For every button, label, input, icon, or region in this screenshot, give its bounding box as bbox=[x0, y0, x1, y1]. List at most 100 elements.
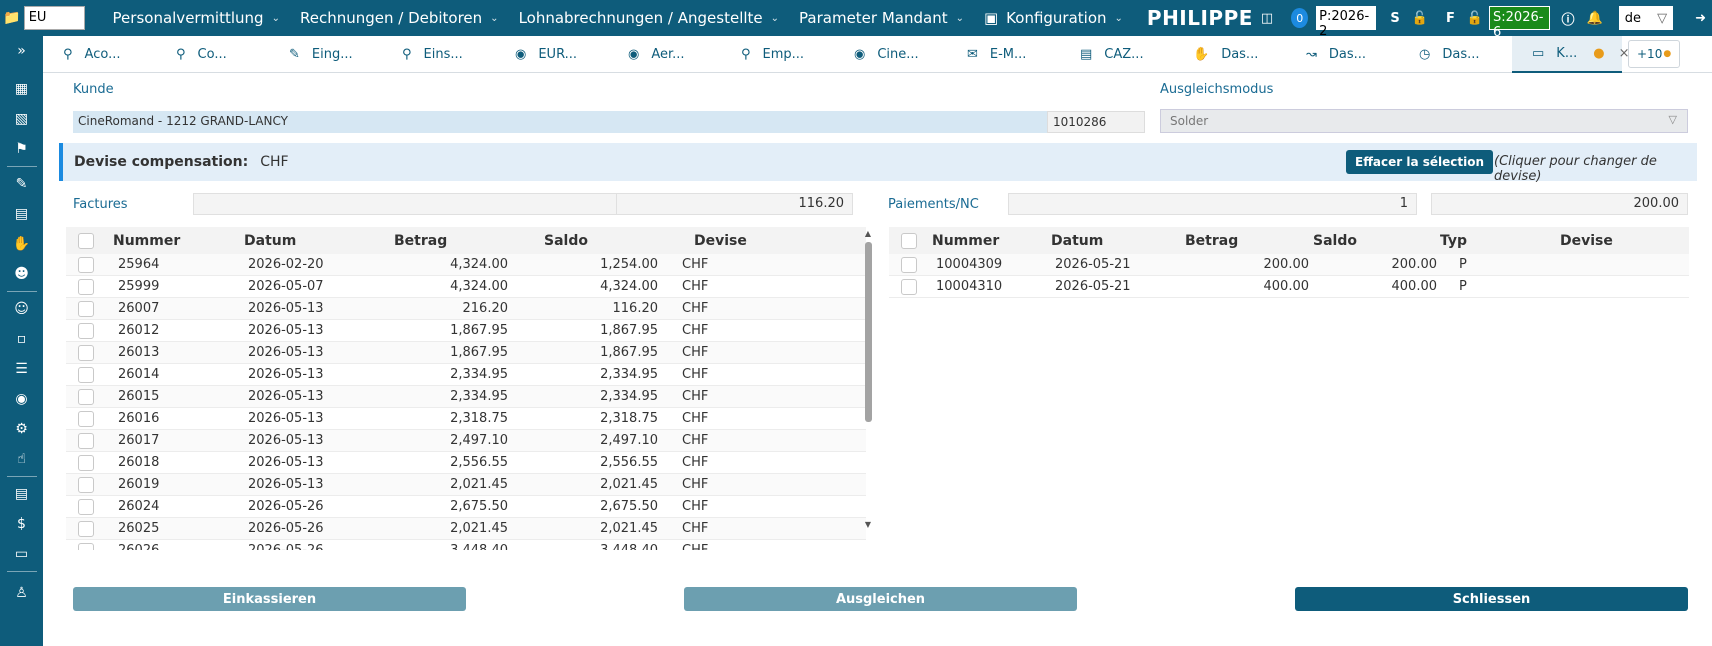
table-row[interactable]: 26014 2026-05-13 2,334.95 2,334.95 CHF bbox=[66, 364, 866, 386]
scroll-up-icon[interactable]: ▲ bbox=[863, 229, 873, 238]
language-select[interactable]: de ▽ bbox=[1618, 6, 1674, 30]
person-walking-icon[interactable]: ♙ bbox=[0, 578, 43, 608]
cash-icon[interactable]: ◫ bbox=[1261, 11, 1273, 26]
col-datum[interactable]: Datum bbox=[1051, 233, 1185, 249]
clear-selection-button[interactable]: Effacer la sélection bbox=[1346, 150, 1494, 174]
hand-holding-icon[interactable]: ☝ bbox=[0, 444, 43, 474]
row-checkbox[interactable] bbox=[78, 520, 94, 537]
flag-icon[interactable]: ⚑ bbox=[0, 134, 43, 164]
scroll-down-icon[interactable]: ▼ bbox=[863, 520, 873, 529]
p-period-input[interactable]: P:2026-2 bbox=[1316, 6, 1377, 39]
factures-scrollbar[interactable]: ▲ ▼ bbox=[863, 229, 873, 529]
binoculars-icon[interactable]: ◉ bbox=[0, 384, 43, 414]
mandant-input[interactable]: EU bbox=[23, 6, 85, 30]
pencil-icon[interactable]: ✎ bbox=[0, 169, 43, 199]
tab-aer[interactable]: ◉ Aer... bbox=[608, 36, 721, 73]
tab-das-2[interactable]: ↝ Das... bbox=[1286, 36, 1399, 73]
table-row[interactable]: 26012 2026-05-13 1,867.95 1,867.95 CHF bbox=[66, 320, 866, 342]
scroll-thumb[interactable] bbox=[864, 242, 872, 422]
tab-eins[interactable]: ⚲ Eins... bbox=[382, 36, 495, 73]
table-row[interactable]: 25999 2026-05-07 4,324.00 4,324.00 CHF bbox=[66, 276, 866, 298]
col-nummer[interactable]: Nummer bbox=[94, 233, 244, 249]
col-betrag[interactable]: Betrag bbox=[394, 233, 544, 249]
tab-email[interactable]: ✉ E-M... bbox=[947, 36, 1060, 73]
row-checkbox[interactable] bbox=[78, 322, 94, 339]
tab-co[interactable]: ⚲ Co... bbox=[156, 36, 269, 73]
tab-eing[interactable]: ✎ Eing... bbox=[269, 36, 382, 73]
row-checkbox[interactable] bbox=[78, 344, 94, 361]
row-checkbox[interactable] bbox=[78, 300, 94, 317]
row-checkbox[interactable] bbox=[901, 278, 917, 295]
table-row[interactable]: 26007 2026-05-13 216.20 116.20 CHF bbox=[66, 298, 866, 320]
table-row[interactable]: 10004309 2026-05-21 200.00 200.00 P bbox=[889, 254, 1689, 276]
tab-aco[interactable]: ⚲ Aco... bbox=[43, 36, 156, 73]
expand-sidebar-icon[interactable]: » bbox=[0, 36, 43, 66]
row-checkbox[interactable] bbox=[78, 256, 94, 273]
users-icon[interactable]: ☻ bbox=[0, 259, 43, 289]
schliessen-button[interactable]: Schliessen bbox=[1295, 587, 1688, 611]
calendar-icon[interactable]: ▧ bbox=[0, 104, 43, 134]
row-checkbox[interactable] bbox=[78, 278, 94, 295]
row-checkbox[interactable] bbox=[78, 410, 94, 427]
table-row[interactable]: 26015 2026-05-13 2,334.95 2,334.95 CHF bbox=[66, 386, 866, 408]
table-row[interactable]: 26016 2026-05-13 2,318.75 2,318.75 CHF bbox=[66, 408, 866, 430]
row-checkbox[interactable] bbox=[901, 256, 917, 273]
col-saldo[interactable]: Saldo bbox=[544, 233, 694, 249]
clipboard-icon[interactable]: ▫ bbox=[0, 324, 43, 354]
row-checkbox[interactable] bbox=[78, 388, 94, 405]
table-row[interactable]: 10004310 2026-05-21 400.00 400.00 P bbox=[889, 276, 1689, 298]
hand-coin-icon[interactable]: ✋ bbox=[0, 229, 43, 259]
col-saldo[interactable]: Saldo bbox=[1313, 233, 1440, 249]
user-gear-icon[interactable]: ⚙ bbox=[0, 414, 43, 444]
menu-konfiguration[interactable]: ▣ Konfiguration ⌄ bbox=[974, 0, 1133, 36]
folder-icon[interactable]: 📁 bbox=[0, 10, 24, 26]
logout-icon[interactable]: ➜ bbox=[1695, 11, 1706, 26]
notification-count-badge[interactable]: 0 bbox=[1291, 8, 1309, 28]
tab-eur[interactable]: ◉ EUR... bbox=[495, 36, 608, 73]
table-row[interactable]: 26019 2026-05-13 2,021.45 2,021.45 CHF bbox=[66, 474, 866, 496]
table-row[interactable]: 26017 2026-05-13 2,497.10 2,497.10 CHF bbox=[66, 430, 866, 452]
sliders-icon[interactable]: ☰ bbox=[0, 354, 43, 384]
table-row[interactable]: 26013 2026-05-13 1,867.95 1,867.95 CHF bbox=[66, 342, 866, 364]
table-row[interactable]: 26024 2026-05-26 2,675.50 2,675.50 CHF bbox=[66, 496, 866, 518]
row-checkbox[interactable] bbox=[78, 432, 94, 449]
tab-k-active[interactable]: ▭ K... ● × bbox=[1512, 35, 1629, 73]
col-devise[interactable]: Devise bbox=[1560, 233, 1660, 249]
col-betrag[interactable]: Betrag bbox=[1185, 233, 1313, 249]
kunde-number-field[interactable]: 1010286 bbox=[1047, 111, 1145, 133]
col-typ[interactable]: Typ bbox=[1440, 233, 1560, 249]
row-checkbox[interactable] bbox=[78, 366, 94, 383]
menu-personalvermittlung[interactable]: Personalvermittlung ⌄ bbox=[103, 0, 290, 36]
dollar-icon[interactable]: $ bbox=[0, 509, 43, 539]
row-checkbox[interactable] bbox=[78, 454, 94, 471]
table-row[interactable]: 26018 2026-05-13 2,556.55 2,556.55 CHF bbox=[66, 452, 866, 474]
ausgleichsmodus-select[interactable]: Solder ▽ bbox=[1160, 109, 1688, 133]
tab-cine[interactable]: ◉ Cine... bbox=[834, 36, 947, 73]
row-checkbox[interactable] bbox=[78, 542, 94, 550]
tab-das-1[interactable]: ✋ Das... bbox=[1173, 36, 1286, 73]
col-nummer[interactable]: Nummer bbox=[917, 233, 1051, 249]
wallet-icon[interactable]: ▭ bbox=[0, 539, 43, 569]
einkassieren-button[interactable]: Einkassieren bbox=[73, 587, 466, 611]
calendar-grid-icon[interactable]: ▦ bbox=[0, 74, 43, 104]
help-icon[interactable]: ⓘ bbox=[1562, 9, 1575, 28]
table-row[interactable]: 26025 2026-05-26 2,021.45 2,021.45 CHF bbox=[66, 518, 866, 540]
more-tabs-button[interactable]: +10 ● bbox=[1628, 40, 1681, 68]
change-currency-hint[interactable]: (Cliquer pour changer de devise) bbox=[1494, 154, 1697, 184]
table-row[interactable]: 25964 2026-02-20 4,324.00 1,254.00 CHF bbox=[66, 254, 866, 276]
menu-lohnabrechnungen[interactable]: Lohnabrechnungen / Angestellte ⌄ bbox=[509, 0, 789, 36]
select-all-checkbox[interactable] bbox=[78, 232, 94, 249]
id-card-icon[interactable]: ▤ bbox=[0, 199, 43, 229]
tab-emp[interactable]: ⚲ Emp... bbox=[721, 36, 834, 73]
menu-parameter-mandant[interactable]: Parameter Mandant ⌄ bbox=[789, 0, 974, 36]
kunde-field[interactable]: CineRomand - 1212 GRAND-LANCY bbox=[73, 111, 1047, 133]
tab-caz[interactable]: ▤ CAZ... bbox=[1060, 36, 1173, 73]
menu-rechnungen[interactable]: Rechnungen / Debitoren ⌄ bbox=[290, 0, 509, 36]
tab-das-3[interactable]: ◷ Das... bbox=[1399, 36, 1512, 73]
select-all-checkbox[interactable] bbox=[901, 232, 917, 249]
table-row[interactable]: 260262026-05-263,448.403,448.40CHF bbox=[66, 540, 866, 550]
unlock-icon[interactable]: 🔓 bbox=[1412, 11, 1428, 26]
unlock-icon[interactable]: 🔓 bbox=[1467, 11, 1483, 26]
col-datum[interactable]: Datum bbox=[244, 233, 394, 249]
user-icon[interactable]: ☺ bbox=[0, 294, 43, 324]
